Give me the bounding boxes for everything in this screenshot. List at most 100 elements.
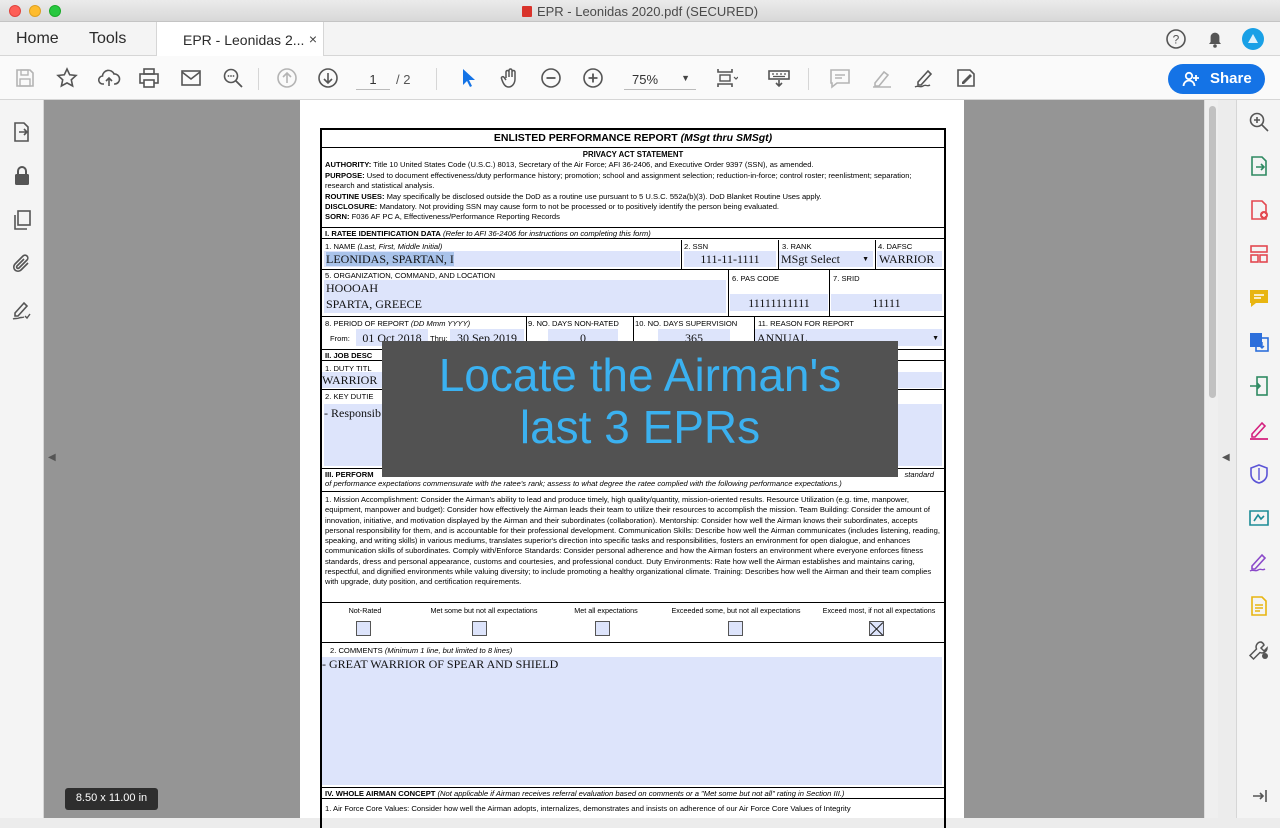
share-label: Share [1210,70,1252,87]
more-tools-wrench-icon[interactable] [1247,638,1271,662]
section-1-header: I. RATEE IDENTIFICATION DATA (Refer to A… [322,227,944,239]
share-button[interactable]: Share [1168,64,1265,94]
purpose-text: PURPOSE: Used to document effectiveness/… [325,170,912,191]
page-total: / 2 [396,72,411,87]
divider [681,240,682,269]
rank-select[interactable]: MSgt Select ▼ [779,251,873,267]
instruction-line-2: last 3 EPRs [519,401,761,453]
mission-accomplishment-text: 1. Mission Accomplishment: Consider the … [325,495,940,587]
name-label: 1. NAME (Last, First, Middle Initial) [325,242,443,251]
divider [728,270,729,316]
select-cursor-icon[interactable] [456,66,480,90]
page-thumbnails-icon[interactable] [10,120,34,144]
comments-label: 2. COMMENTS (Minimum 1 line, but limited… [330,646,513,655]
collapse-right-panel-icon[interactable]: ◀ [1222,452,1230,463]
supervision-days-label: 10. NO. DAYS SUPERVISION [635,319,738,328]
scan-ocr-icon[interactable] [1247,374,1271,398]
form-title-text: ENLISTED PERFORMANCE REPORT [493,132,678,144]
organize-pages-icon[interactable] [1247,242,1271,266]
account-avatar-icon[interactable] [1242,28,1264,50]
dafsc-field[interactable]: WARRIOR [877,251,942,267]
comment-tool-icon[interactable] [1247,286,1271,310]
authority-text: AUTHORITY: Title 10 United States Code (… [325,160,814,170]
edit-pdf-icon[interactable] [1247,418,1271,442]
toolbar-divider [258,68,259,90]
vertical-scrollbar[interactable] [1204,100,1218,818]
rating-checkbox-exceed-most[interactable] [869,621,884,636]
window-titlebar: EPR - Leonidas 2020.pdf (SECURED) [0,0,1280,22]
attachment-icon[interactable] [10,252,34,276]
fill-and-sign-icon[interactable] [1247,550,1271,574]
protect-shield-icon[interactable] [1247,462,1271,486]
toolbar-divider [808,68,809,90]
comment-icon[interactable] [828,66,852,90]
zoom-search-icon[interactable] [1247,110,1271,134]
tab-home[interactable]: Home [16,30,59,48]
save-icon[interactable] [13,66,37,90]
chevron-down-icon: ▼ [681,73,690,83]
scrollbar-thumb[interactable] [1209,106,1216,398]
srid-label: 7. SRID [833,274,860,283]
next-page-icon[interactable] [316,66,340,90]
collapse-left-panel-icon[interactable]: ◀ [48,452,56,463]
form-title-subtitle: (MSgt thru SMSgt) [680,132,773,144]
tab-bar: Home Tools EPR - Leonidas 2... × ? [0,22,1280,56]
fill-sign-icon[interactable] [954,66,978,90]
lock-icon[interactable] [10,164,34,188]
tab-tools[interactable]: Tools [89,30,126,48]
ssn-field[interactable]: 111-11-1111 [684,251,776,267]
zoom-out-icon[interactable] [539,66,563,90]
zoom-value: 75% [632,72,659,87]
rating-checkbox-met-all[interactable] [595,621,610,636]
upload-cloud-icon[interactable] [97,66,121,90]
hand-tool-icon[interactable] [498,66,522,90]
copy-pages-icon[interactable] [10,208,34,232]
svg-text:?: ? [1173,33,1180,47]
left-navigation-rail [0,100,44,818]
chevron-down-icon: ▼ [862,255,869,263]
rating-checkbox-not-rated[interactable] [356,621,371,636]
name-field[interactable]: LEONIDAS, SPARTAN, I [324,251,680,267]
comments-field[interactable]: - GREAT WARRIOR OF SPEAR AND SHIELD [322,657,942,785]
privacy-heading: PRIVACY ACT STATEMENT [582,150,684,159]
highlight-pen-icon[interactable] [870,66,894,90]
from-label: From: [330,334,350,343]
close-tab-icon[interactable]: × [309,31,317,47]
sign-pen-icon[interactable] [912,66,936,90]
pas-code-field[interactable]: 11111111111 [730,294,828,311]
rating-checkbox-exceeded-some[interactable] [728,621,743,636]
send-for-signature-icon[interactable] [1247,506,1271,530]
compress-pdf-icon[interactable] [1247,330,1271,354]
zoom-in-icon[interactable] [581,66,605,90]
previous-page-icon[interactable] [275,66,299,90]
window-title: EPR - Leonidas 2020.pdf (SECURED) [0,4,1280,19]
organization-field[interactable]: HOOOAH SPARTA, GREECE [324,280,726,313]
tab-document[interactable]: EPR - Leonidas 2... × [156,22,324,56]
print-icon[interactable] [137,66,161,90]
export-pdf-icon[interactable] [1247,154,1271,178]
form-title: ENLISTED PERFORMANCE REPORT (MSgt thru S… [322,130,944,148]
search-text-icon[interactable] [221,66,245,90]
pdf-file-icon [521,6,532,17]
srid-field[interactable]: 11111 [831,294,942,311]
keyboard-scroll-icon[interactable] [767,66,791,90]
email-icon[interactable] [179,66,203,90]
bell-icon[interactable] [1204,28,1226,50]
page-number-input[interactable]: 1 [356,68,390,90]
page-size-badge: 8.50 x 11.00 in [65,788,158,810]
help-icon[interactable]: ? [1165,28,1187,50]
create-pdf-icon[interactable] [1247,198,1271,222]
sorn-text: SORN: F036 AF PC A, Effectiveness/Perfor… [325,212,560,222]
disclosure-text: DISCLOSURE: Mandatory. Not providing SSN… [325,202,780,212]
ssn-label: 2. SSN [684,242,709,251]
collapse-tools-icon[interactable] [1247,784,1271,808]
page-fit-icon[interactable] [714,66,739,90]
rating-label-met-some: Met some but not all expectations [430,606,538,615]
prepare-form-icon[interactable] [1247,594,1271,618]
rating-checkbox-met-some[interactable] [472,621,487,636]
zoom-level-select[interactable]: 75% ▼ [624,68,696,90]
document-tab-label: EPR - Leonidas 2... [183,32,305,48]
signature-icon[interactable] [10,298,34,322]
pas-code-label: 6. PAS CODE [732,274,780,283]
star-icon[interactable] [55,66,79,90]
